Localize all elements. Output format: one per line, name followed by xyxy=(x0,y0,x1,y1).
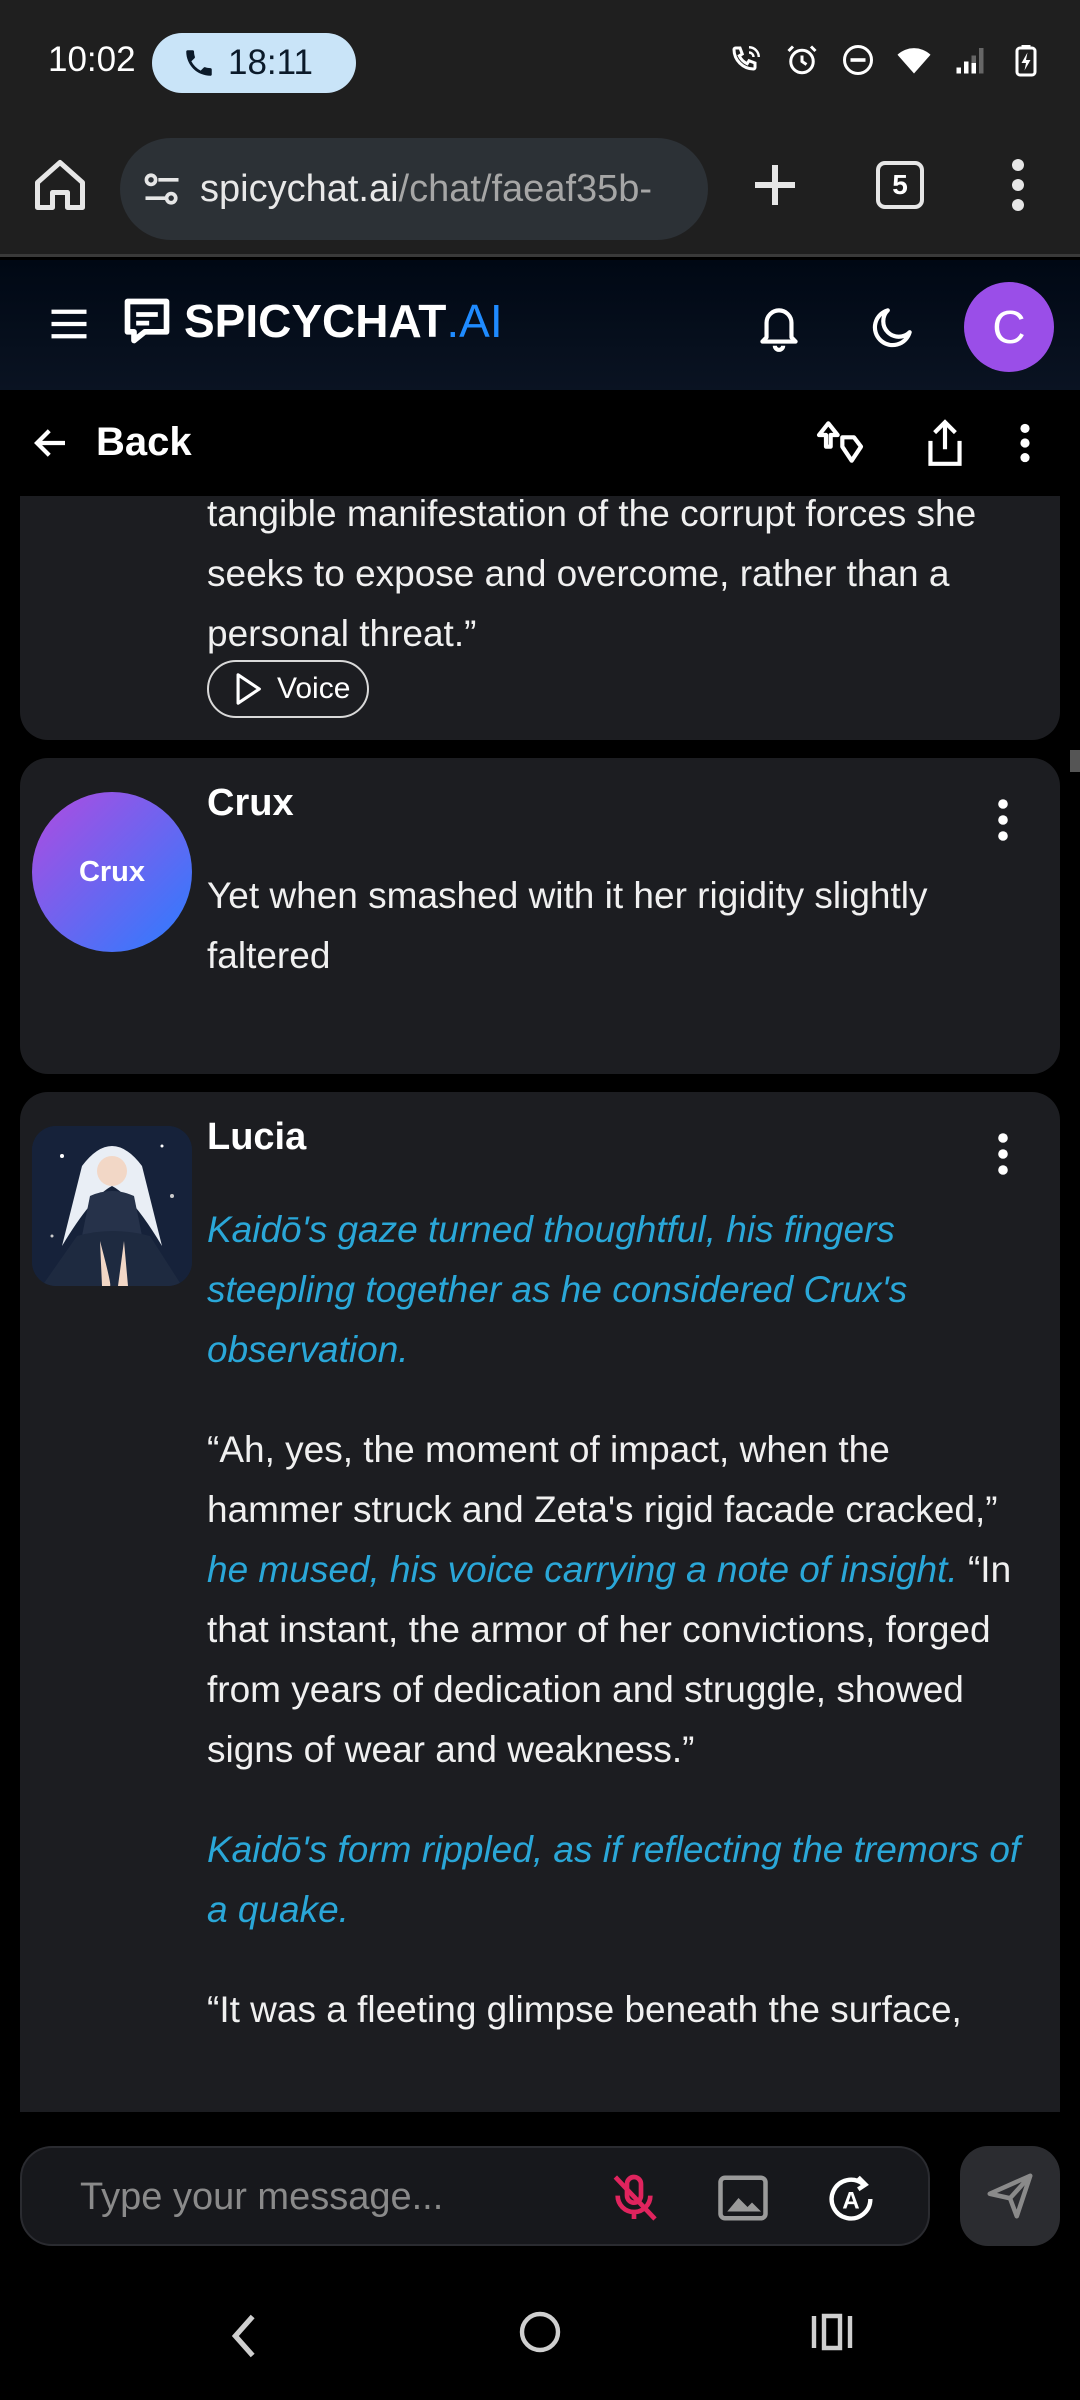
home-icon[interactable] xyxy=(30,155,90,215)
alarm-icon xyxy=(787,45,817,75)
status-time: 10:02 xyxy=(48,40,136,79)
user-avatar[interactable]: C xyxy=(964,282,1054,372)
status-icons xyxy=(728,42,1044,78)
voice-label: Voice xyxy=(277,672,351,705)
action-text: he mused, his voice carrying a note of i… xyxy=(207,1549,958,1590)
scrollbar[interactable] xyxy=(1070,750,1080,772)
message-card: tangible manifestation of the corrupt fo… xyxy=(20,496,1060,740)
svg-text:A: A xyxy=(842,2188,859,2215)
browser-toolbar: spicychat.ai/chat/faeaf35b- 5 xyxy=(0,125,1080,257)
do-not-disturb-icon xyxy=(843,45,873,75)
more-vert-icon[interactable] xyxy=(1010,418,1040,468)
address-bar[interactable]: spicychat.ai/chat/faeaf35b- xyxy=(120,138,708,240)
chat-header: Back xyxy=(0,392,1080,496)
signal-icon xyxy=(956,48,984,74)
chat-bubble-logo-icon xyxy=(124,298,170,344)
site-header: SPICYCHAT.AI C xyxy=(0,260,1080,390)
send-icon xyxy=(987,2173,1033,2219)
message-text: Yet when smashed with it her rigidity sl… xyxy=(207,875,928,976)
bell-icon[interactable] xyxy=(754,300,804,354)
message-text: Kaidō's gaze turned thoughtful, his fing… xyxy=(207,1200,1024,2080)
nav-recents-icon[interactable] xyxy=(808,2310,856,2354)
plus-icon[interactable] xyxy=(745,155,805,215)
site-logo[interactable]: SPICYCHAT.AI xyxy=(120,294,503,348)
share-icon[interactable] xyxy=(920,416,970,470)
system-navigation-bar xyxy=(0,2276,1080,2400)
character-portrait xyxy=(32,1126,192,1286)
nav-home-icon[interactable] xyxy=(516,2308,564,2356)
moon-icon[interactable] xyxy=(868,302,918,352)
action-text: Kaidō's gaze turned thoughtful, his fing… xyxy=(207,1209,908,1370)
hamburger-menu-icon[interactable] xyxy=(48,306,90,342)
message-composer: A xyxy=(20,2146,930,2246)
tab-switcher-button[interactable]: 5 xyxy=(876,161,924,209)
tune-icon[interactable] xyxy=(140,167,184,211)
status-bar: 10:02 18:11 xyxy=(0,0,1080,125)
battery-charging-icon xyxy=(1015,45,1037,77)
mic-off-icon[interactable] xyxy=(606,2170,662,2226)
phone-icon xyxy=(186,50,212,76)
image-icon[interactable] xyxy=(716,2172,770,2224)
message-card: Lucia Kaidō's gaze turned thoughtful, hi… xyxy=(20,1092,1060,2112)
send-button[interactable] xyxy=(960,2146,1060,2246)
logo-text: SPICYCHAT.AI xyxy=(184,295,503,347)
chat-messages[interactable]: tangible manifestation of the corrupt fo… xyxy=(0,496,1080,2112)
message-card: Crux Crux Yet when smashed with it her r… xyxy=(20,758,1060,1074)
wifi-icon xyxy=(897,48,931,74)
avatar[interactable]: Crux xyxy=(32,792,192,952)
back-button[interactable]: Back xyxy=(30,420,192,465)
call-timer: 18:11 xyxy=(228,43,313,82)
voice-button[interactable]: Voice xyxy=(207,660,369,718)
action-text: Kaidō's form rippled, as if reflecting t… xyxy=(207,1829,1021,1930)
sender-name: Lucia xyxy=(207,1116,307,1158)
dialogue-text: “It was a fleeting glimpse beneath the s… xyxy=(207,1989,962,2030)
avatar[interactable] xyxy=(32,1126,192,1286)
sender-name: Crux xyxy=(207,782,294,824)
url-text: spicychat.ai/chat/faeaf35b- xyxy=(200,167,653,210)
more-vert-icon[interactable] xyxy=(996,1130,1010,1178)
more-vert-icon[interactable] xyxy=(996,796,1010,844)
auto-mode-icon[interactable]: A xyxy=(822,2170,880,2228)
swap-persona-icon[interactable] xyxy=(812,414,868,470)
nav-back-icon[interactable] xyxy=(224,2310,264,2362)
dialogue-text: “Ah, yes, the moment of impact, when the… xyxy=(207,1429,998,1530)
back-label: Back xyxy=(96,420,192,464)
message-input[interactable] xyxy=(80,2172,600,2222)
wifi-calling-icon xyxy=(732,46,760,71)
play-icon xyxy=(236,673,261,705)
more-vert-icon[interactable] xyxy=(998,155,1038,215)
ongoing-call-chip[interactable]: 18:11 xyxy=(152,33,356,93)
arrow-back-icon xyxy=(34,428,65,457)
